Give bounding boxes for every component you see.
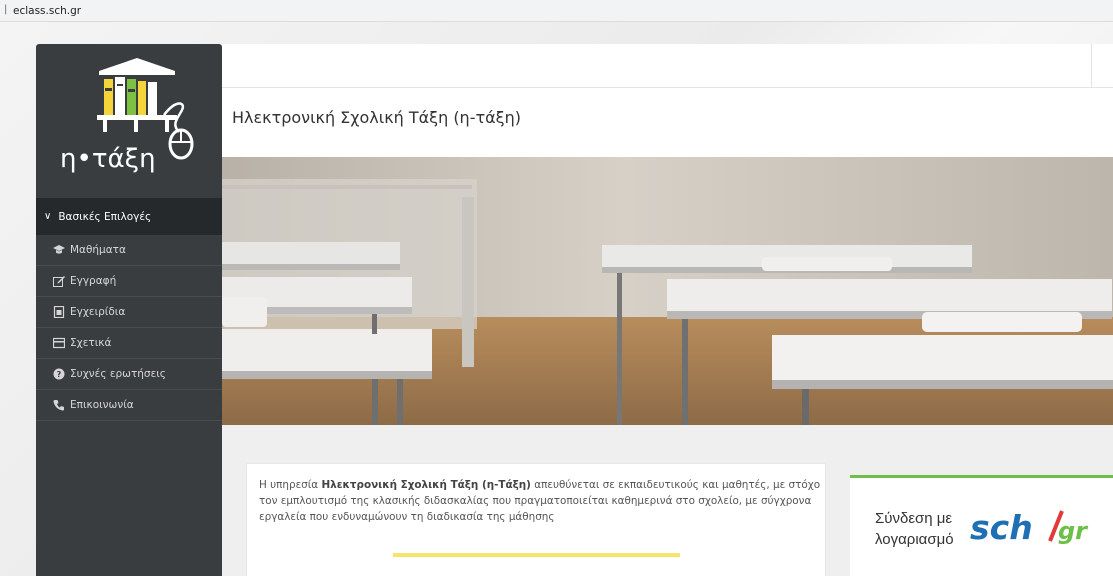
hero-image-classroom — [222, 157, 1113, 425]
logo-icon — [97, 58, 194, 160]
question-circle-icon: ? — [53, 368, 65, 380]
sidebar-item-courses[interactable]: Μαθήματα — [36, 235, 222, 266]
chevron-down-icon: ∨ — [44, 211, 52, 222]
sidebar-item-label: Επικοινωνία — [70, 399, 134, 411]
intro-text: Η υπηρεσία Ηλεκτρονική Σχολική Τάξη (η-Τ… — [259, 479, 821, 523]
sidebar-item-label: Εγγραφή — [70, 275, 117, 287]
page-header: Ηλεκτρονική Σχολική Τάξη (η-τάξη) — [222, 88, 1113, 157]
yellow-divider — [393, 553, 680, 557]
sidebar-item-faq[interactable]: ? Συχνές ερωτήσεις — [36, 359, 222, 390]
logo-text: η•τάξη — [60, 144, 156, 174]
graduation-cap-icon — [53, 244, 65, 256]
address-bar-cursor: | — [4, 4, 8, 15]
edit-icon — [53, 275, 65, 287]
content-area: Η υπηρεσία Ηλεκτρονική Σχολική Τάξη (η-Τ… — [222, 425, 1113, 576]
page-title: Ηλεκτρονική Σχολική Τάξη (η-τάξη) — [232, 108, 521, 127]
sidebar-item-label: Μαθήματα — [70, 244, 126, 256]
top-navbar — [222, 44, 1113, 88]
sidebar-item-register[interactable]: Εγγραφή — [36, 266, 222, 297]
svg-text:sch: sch — [970, 508, 1033, 546]
login-label-line2: λογαριασμό — [875, 531, 954, 548]
login-label-line1: Σύνδεση με — [875, 510, 953, 527]
navbar-divider — [1091, 44, 1092, 88]
section-toggle-basic-options[interactable]: ∨ Βασικές Επιλογές — [36, 198, 222, 235]
section-title: Βασικές Επιλογές — [58, 210, 152, 223]
svg-text:gr: gr — [1058, 517, 1089, 545]
sidebar-item-label: Σχετικά — [70, 337, 112, 349]
svg-text:?: ? — [57, 370, 62, 379]
sidebar: η•τάξη ∨ Βασικές Επιλογές Μαθήματα Εγγρα… — [36, 44, 222, 576]
sch-login-button[interactable]: Σύνδεση με λογαριασμό sch gr — [850, 475, 1113, 576]
card-icon — [53, 337, 65, 349]
sidebar-item-label: Συχνές ερωτήσεις — [70, 368, 166, 380]
intro-card: Η υπηρεσία Ηλεκτρονική Σχολική Τάξη (η-Τ… — [246, 463, 826, 576]
phone-icon — [53, 399, 65, 411]
sidebar-item-label: Εγχειρίδια — [70, 306, 126, 318]
site-logo[interactable]: η•τάξη — [36, 44, 222, 198]
sidebar-menu: Μαθήματα Εγγραφή Εγχειρίδια Σχετικά ? Συ… — [36, 235, 222, 421]
sch-gr-logo-icon: sch gr — [970, 508, 1089, 546]
sidebar-item-contact[interactable]: Επικοινωνία — [36, 390, 222, 421]
url-text[interactable]: eclass.sch.gr — [13, 5, 81, 17]
document-icon — [53, 306, 65, 318]
sidebar-item-about[interactable]: Σχετικά — [36, 328, 222, 359]
sidebar-item-manuals[interactable]: Εγχειρίδια — [36, 297, 222, 328]
browser-address-bar[interactable]: | eclass.sch.gr — [0, 0, 1113, 22]
service-name: Ηλεκτρονική Σχολική Τάξη (η-Τάξη) — [321, 479, 531, 491]
